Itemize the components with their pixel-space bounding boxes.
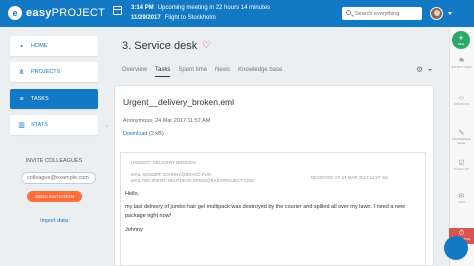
- attachment-card: Urgent__delivery_broken.eml Anonymous, 2…: [114, 85, 434, 266]
- logo[interactable]: e easyPROJECT: [8, 6, 105, 20]
- project-tabs: Overview Tasks Spent time News Knowledge…: [122, 67, 290, 77]
- attachment-filename: Urgent__delivery_broken.eml: [123, 97, 235, 107]
- sidebar-item-label: STATS: [31, 122, 48, 128]
- email-body: Hello, my last delivery of jumbo hair ge…: [125, 190, 423, 238]
- import-data-link[interactable]: Import data: [10, 218, 98, 224]
- search-input[interactable]: [355, 9, 419, 18]
- email-greeting: Hello,: [125, 191, 140, 197]
- sidebar-item-tasks[interactable]: ≡ TASKS: [10, 89, 98, 109]
- tab-knowledge-base[interactable]: Knowledge base: [238, 67, 282, 77]
- download-link[interactable]: Download: [123, 131, 147, 137]
- sidebar-item-label: PROJECTS: [31, 69, 61, 75]
- rail-knowledge-base[interactable]: ✎ KNOWLEDGE BASE: [449, 130, 474, 145]
- top-bar: e easyPROJECT 3:14 PM Upcoming meeting in…: [0, 0, 474, 27]
- rail-contacts[interactable]: ☺ CONTACTS: [449, 95, 474, 107]
- sidebar-item-label: HOME: [31, 43, 48, 49]
- upcoming-meeting-event[interactable]: 3:14 PM Upcoming meeting in 22 hours 14 m…: [131, 5, 270, 11]
- sidebar-item-projects[interactable]: ⋔ PROJECTS: [10, 62, 98, 82]
- sitemap-icon: ⋔: [18, 68, 25, 76]
- new-button[interactable]: + NEW: [452, 31, 470, 49]
- download-row: Download (2 kB): [123, 131, 164, 137]
- send-invitation-button[interactable]: SEND INVITATION: [27, 191, 82, 202]
- event-text: Flight to Stockholm: [164, 15, 216, 21]
- home-icon: ▪: [20, 42, 23, 50]
- search-icon: [346, 10, 351, 15]
- settings-gear-icon[interactable]: ⚙: [416, 65, 423, 74]
- tab-news[interactable]: News: [215, 67, 230, 77]
- sidebar-collapse-icon[interactable]: ‹: [106, 124, 108, 130]
- list-icon: ≡: [19, 95, 24, 103]
- floating-action-button[interactable]: [444, 236, 468, 260]
- invite-email-field[interactable]: [21, 172, 96, 184]
- sidebar-item-stats[interactable]: ▥ STATS: [10, 115, 98, 135]
- logo-mark-icon: e: [8, 6, 22, 20]
- email-preview: URGENT: DELIVERY BROKEN MAIL SENDER: JOH…: [120, 152, 426, 266]
- email-subject: URGENT: DELIVERY BROKEN: [131, 160, 196, 165]
- attachment-size: (2 kB): [149, 131, 164, 137]
- new-label: NEW: [457, 42, 465, 46]
- tab-spent-time[interactable]: Spent time: [178, 67, 207, 77]
- chart-icon: ▥: [18, 121, 25, 129]
- rail-label: TO DO LIST: [453, 167, 470, 171]
- rail-todo-list[interactable]: ☑ TO DO LIST: [449, 160, 474, 172]
- attachment-meta: Anonymous, 24 Mar 2017 11:57 AM: [123, 118, 211, 124]
- flight-event[interactable]: 11/29/2017 Flight to Stockholm: [131, 15, 216, 21]
- logo-text: easyPROJECT: [26, 7, 106, 19]
- settings-caret-icon[interactable]: [428, 69, 432, 71]
- event-date: 11/29/2017: [131, 15, 161, 21]
- rail-label: CHAT: [457, 200, 466, 204]
- rail-label: CONTACTS: [453, 102, 470, 106]
- page-title: 3. Service desk: [122, 40, 198, 52]
- email-sender: MAIL SENDER: JOHNNY@BRAVO.FUN: [131, 172, 211, 177]
- calendar-icon[interactable]: [113, 6, 122, 15]
- invite-colleagues-heading: INVITE COLLEAGUES: [25, 158, 83, 164]
- sidebar: ▪ HOME ⋔ PROJECTS ≡ TASKS ▥ STATS INVITE…: [0, 27, 108, 266]
- email-received-at: RECEIVED AT: 24 MAR 2017 11:57 AM: [311, 175, 388, 180]
- email-message: my last delivery of jumbo hair gel multi…: [125, 203, 406, 220]
- search-box[interactable]: [342, 7, 422, 20]
- tab-tasks[interactable]: Tasks: [155, 67, 171, 77]
- favorite-heart-icon[interactable]: ♡: [202, 40, 211, 51]
- plus-icon: +: [458, 33, 464, 43]
- email-header: URGENT: DELIVERY BROKEN MAIL SENDER: JOH…: [121, 153, 425, 183]
- sidebar-item-label: TASKS: [31, 96, 49, 102]
- email-signature: Johnny: [125, 226, 143, 233]
- rail-label: ACTIVITY FEED: [451, 65, 472, 69]
- event-time: 3:14 PM: [131, 5, 154, 11]
- main-content: 3. Service desk ♡ Overview Tasks Spent t…: [114, 27, 440, 266]
- rail-activity-feed[interactable]: ⚑ ACTIVITY FEED: [449, 58, 474, 70]
- rail-chat[interactable]: ✉ CHAT: [449, 193, 474, 205]
- sidebar-item-home[interactable]: ▪ HOME: [10, 36, 98, 56]
- tab-overview[interactable]: Overview: [122, 67, 147, 77]
- event-text: Upcoming meeting in 22 hours 14 minutes: [157, 5, 271, 11]
- avatar[interactable]: [430, 7, 443, 20]
- user-menu-caret-icon[interactable]: [448, 12, 452, 15]
- email-recipient: MAIL RECIPIENT: HELP.DESK.DEMO@EASYPROJE…: [131, 178, 254, 183]
- rail-label: KNOWLEDGE BASE: [452, 137, 471, 145]
